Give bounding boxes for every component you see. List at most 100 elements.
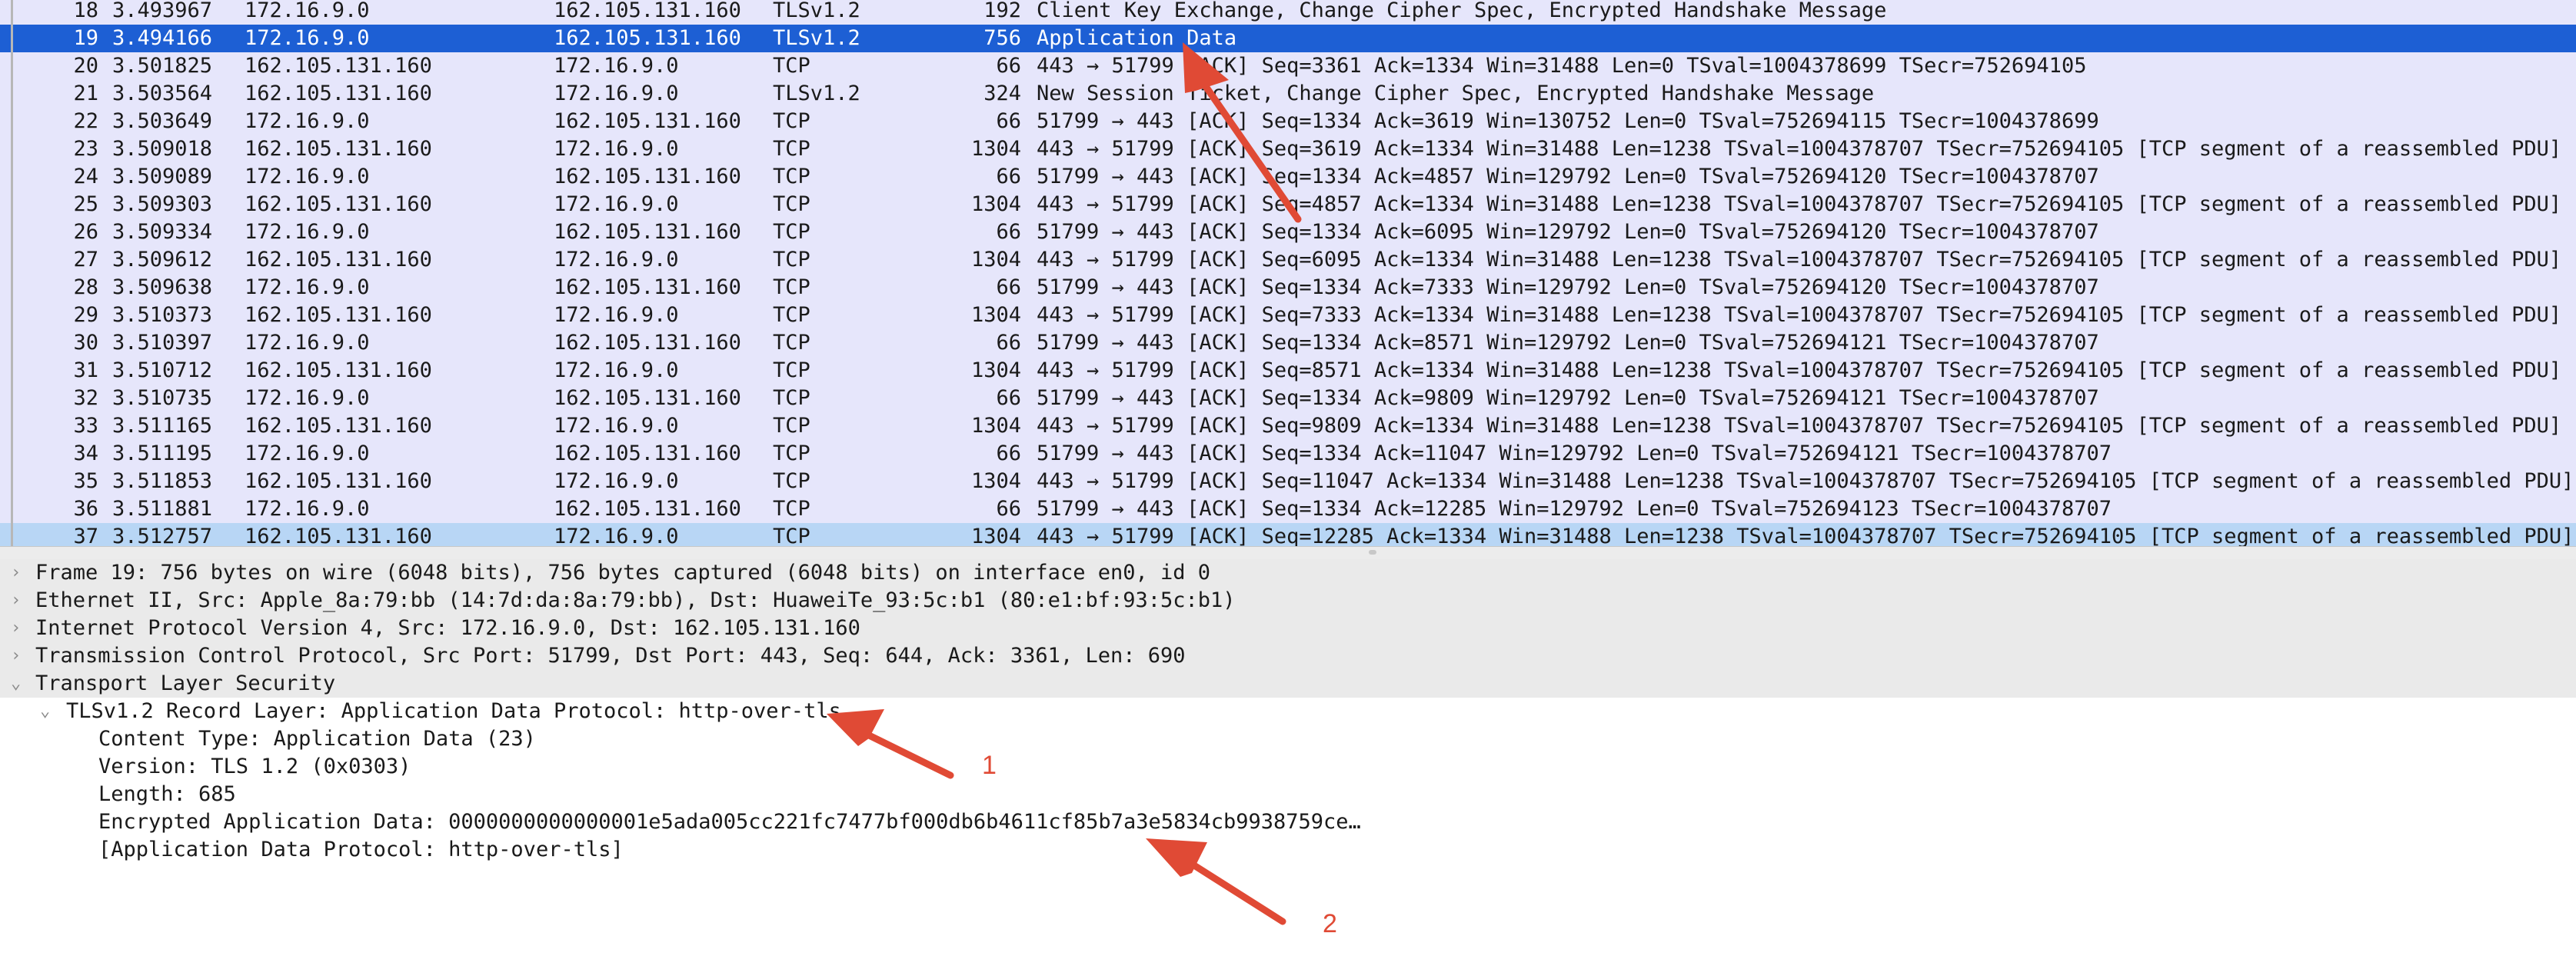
packet-time: 3.503649 (112, 109, 213, 133)
packet-row[interactable]: 34 3.511195 172.16.9.0 162.105.131.160 TCP 66… (0, 440, 2576, 468)
packet-no: 37 (73, 525, 98, 546)
packet-source: 162.105.131.160 (245, 358, 432, 382)
expanded-arrow-icon[interactable]: ⌄ (11, 670, 21, 698)
packet-length: 1304 (970, 358, 1021, 382)
annotation-label-1: 1 (982, 751, 997, 780)
packet-row[interactable]: 28 3.509638 172.16.9.0 162.105.131.160 TCP 66… (0, 274, 2576, 302)
packet-row[interactable]: 26 3.509334 172.16.9.0 162.105.131.160 TCP 66… (0, 218, 2576, 246)
packet-time: 3.510735 (112, 386, 213, 410)
collapsed-arrow-icon[interactable]: › (11, 559, 21, 587)
packet-length: 66 (996, 54, 1021, 78)
packet-protocol: TCP (773, 386, 810, 410)
detail-row[interactable]: Length: 685 (0, 781, 2576, 808)
detail-row[interactable]: Version: TLS 1.2 (0x0303) (0, 753, 2576, 781)
packet-time: 3.509612 (112, 248, 213, 272)
packet-row[interactable]: 23 3.509018 162.105.131.160 172.16.9.0 TCP 13… (0, 135, 2576, 163)
detail-row[interactable]: [Application Data Protocol: http-over-tl… (0, 836, 2576, 864)
packet-list[interactable]: 18 3.493967 172.16.9.0 162.105.131.160 TLSv1… (0, 0, 2576, 546)
packet-no: 22 (73, 109, 98, 133)
packet-no: 23 (73, 137, 98, 161)
detail-row[interactable]: › Frame 19: 756 bytes on wire (6048 bits)… (0, 559, 2576, 587)
packet-time: 3.493967 (112, 0, 213, 22)
packet-row[interactable]: 29 3.510373 162.105.131.160 172.16.9.0 TCP 13… (0, 302, 2576, 329)
packet-destination: 162.105.131.160 (554, 331, 741, 355)
detail-row[interactable]: › Transmission Control Protocol, Src Port… (0, 642, 2576, 670)
packet-length: 66 (996, 165, 1021, 188)
packet-no: 36 (73, 497, 98, 521)
packet-row[interactable]: 27 3.509612 162.105.131.160 172.16.9.0 TCP 13… (0, 246, 2576, 274)
packet-source: 162.105.131.160 (245, 303, 432, 327)
packet-source: 172.16.9.0 (245, 165, 370, 188)
detail-row[interactable]: › Internet Protocol Version 4, Src: 172.1… (0, 615, 2576, 642)
packet-row[interactable]: 35 3.511853 162.105.131.160 172.16.9.0 TCP 13… (0, 468, 2576, 495)
packet-time: 3.509018 (112, 137, 213, 161)
packet-row[interactable]: 37 3.512757 162.105.131.160 172.16.9.0 TCP 13… (0, 523, 2576, 546)
collapsed-arrow-icon[interactable]: › (11, 615, 21, 642)
packet-length: 1304 (970, 303, 1021, 327)
packet-source: 162.105.131.160 (245, 525, 432, 546)
packet-list-left-border (11, 0, 13, 546)
packet-protocol: TCP (773, 414, 810, 438)
packet-source: 172.16.9.0 (245, 109, 370, 133)
packet-destination: 172.16.9.0 (554, 525, 679, 546)
packet-no: 21 (73, 82, 98, 105)
packet-source: 172.16.9.0 (245, 0, 370, 22)
collapsed-arrow-icon[interactable]: › (11, 642, 21, 670)
detail-text: Transmission Control Protocol, Src Port:… (35, 644, 1186, 668)
detail-row[interactable]: Content Type: Application Data (23) (0, 725, 2576, 753)
packet-no: 30 (73, 331, 98, 355)
packet-destination: 172.16.9.0 (554, 469, 679, 493)
packet-time: 3.494166 (112, 26, 213, 50)
packet-info: 51799 → 443 [ACK] Seq=1334 Ack=7333 Win=… (1037, 275, 2099, 299)
packet-source: 172.16.9.0 (245, 220, 370, 244)
packet-no: 29 (73, 303, 98, 327)
detail-row[interactable]: ⌄ Transport Layer Security (0, 670, 2576, 698)
packet-protocol: TCP (773, 165, 810, 188)
detail-row[interactable]: ⌄ TLSv1.2 Record Layer: Application Data … (0, 698, 2576, 725)
packet-protocol: TLSv1.2 (773, 82, 860, 105)
packet-row[interactable]: 24 3.509089 172.16.9.0 162.105.131.160 TCP 66… (0, 163, 2576, 191)
packet-info: 443 → 51799 [ACK] Seq=12285 Ack=1334 Win… (1037, 525, 2574, 546)
packet-info: 51799 → 443 [ACK] Seq=1334 Ack=8571 Win=… (1037, 331, 2099, 355)
detail-text: Ethernet II, Src: Apple_8a:79:bb (14:7d:… (35, 588, 1236, 612)
packet-row[interactable]: 32 3.510735 172.16.9.0 162.105.131.160 TCP 66… (0, 385, 2576, 412)
packet-row[interactable]: 20 3.501825 162.105.131.160 172.16.9.0 TCP 66… (0, 52, 2576, 80)
packet-no: 18 (73, 0, 98, 22)
detail-text: Length: 685 (98, 782, 236, 806)
packet-protocol: TCP (773, 192, 810, 216)
detail-row[interactable]: › Ethernet II, Src: Apple_8a:79:bb (14:7d… (0, 587, 2576, 615)
pane-divider-grip[interactable] (1369, 550, 1376, 555)
packet-time: 3.501825 (112, 54, 213, 78)
packet-row[interactable]: 21 3.503564 162.105.131.160 172.16.9.0 TLSv1… (0, 80, 2576, 108)
packet-protocol: TCP (773, 275, 810, 299)
packet-destination: 172.16.9.0 (554, 82, 679, 105)
collapsed-arrow-icon[interactable]: › (11, 587, 21, 615)
packet-row[interactable]: 19 3.494166 172.16.9.0 162.105.131.160 TLSv1… (0, 25, 2576, 52)
annotation-label-2: 2 (1323, 909, 1337, 938)
packet-row[interactable]: 33 3.511165 162.105.131.160 172.16.9.0 TCP 13… (0, 412, 2576, 440)
packet-source: 172.16.9.0 (245, 331, 370, 355)
packet-protocol: TCP (773, 525, 810, 546)
pane-divider[interactable] (0, 546, 2576, 560)
packet-destination: 162.105.131.160 (554, 497, 741, 521)
detail-text: Content Type: Application Data (23) (98, 727, 536, 751)
packet-row[interactable]: 18 3.493967 172.16.9.0 162.105.131.160 TLSv1… (0, 0, 2576, 25)
packet-protocol: TCP (773, 248, 810, 272)
packet-info: 443 → 51799 [ACK] Seq=3619 Ack=1334 Win=… (1037, 137, 2562, 161)
packet-row[interactable]: 36 3.511881 172.16.9.0 162.105.131.160 TCP 66… (0, 495, 2576, 523)
packet-details[interactable]: › Frame 19: 756 bytes on wire (6048 bits)… (0, 559, 2576, 963)
detail-row[interactable]: Encrypted Application Data: 000000000000… (0, 808, 2576, 836)
packet-row[interactable]: 30 3.510397 172.16.9.0 162.105.131.160 TCP 66… (0, 329, 2576, 357)
packet-length: 192 (983, 0, 1021, 22)
packet-source: 162.105.131.160 (245, 54, 432, 78)
packet-protocol: TLSv1.2 (773, 26, 860, 50)
packet-row[interactable]: 31 3.510712 162.105.131.160 172.16.9.0 TCP 13… (0, 357, 2576, 385)
packet-destination: 162.105.131.160 (554, 442, 741, 465)
packet-time: 3.510397 (112, 331, 213, 355)
packet-row[interactable]: 22 3.503649 172.16.9.0 162.105.131.160 TCP 66… (0, 108, 2576, 135)
packet-length: 1304 (970, 137, 1021, 161)
packet-row[interactable]: 25 3.509303 162.105.131.160 172.16.9.0 TCP 13… (0, 191, 2576, 218)
packet-protocol: TCP (773, 109, 810, 133)
packet-destination: 172.16.9.0 (554, 414, 679, 438)
expanded-arrow-icon[interactable]: ⌄ (40, 698, 50, 725)
